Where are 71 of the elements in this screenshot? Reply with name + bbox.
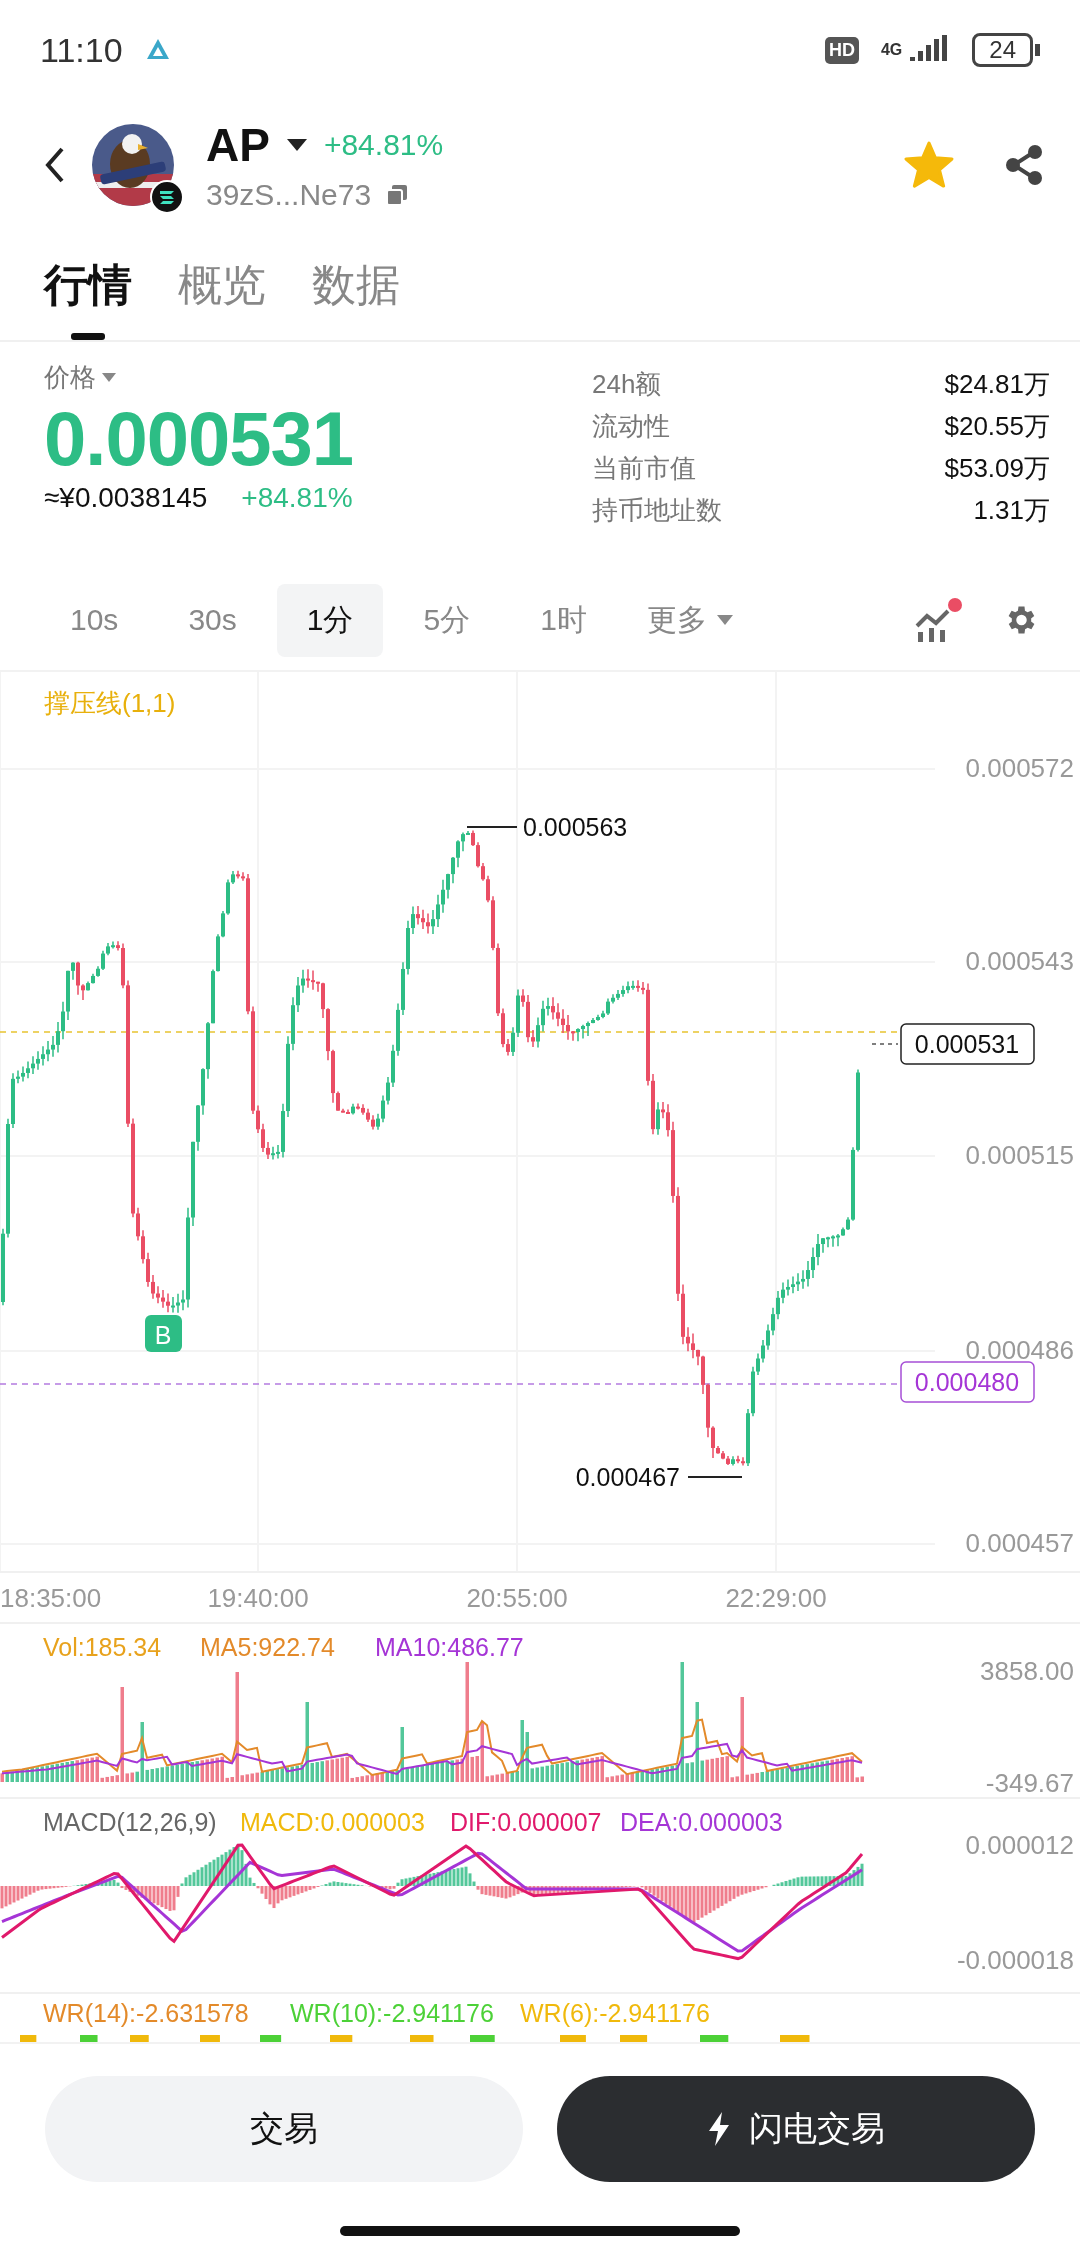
support-price-tag: 0.000480 xyxy=(900,1361,1035,1403)
tab[interactable]: 行情 xyxy=(44,230,132,340)
volume-legend: Vol:185.34 xyxy=(43,1633,162,1661)
current-price-tag: 0.000531 xyxy=(900,1023,1035,1065)
macd-axis-label: -0.000018 xyxy=(956,1945,1074,1975)
leader-line xyxy=(687,1476,743,1478)
hd-badge: HD xyxy=(824,36,859,64)
macd-axis-label: 0.000012 xyxy=(965,1830,1074,1860)
interval-tab[interactable]: 10s xyxy=(40,587,149,653)
favorite-star-icon[interactable] xyxy=(904,141,954,189)
network-type: 4G xyxy=(880,41,903,59)
time-axis-label: 22:29:00 xyxy=(725,1583,827,1613)
indicator-chart-icon[interactable] xyxy=(914,598,962,642)
current-price: 0.000531 xyxy=(44,395,354,483)
more-intervals-button[interactable]: 更多 xyxy=(626,583,753,657)
contract-address: 39zS...Ne73 xyxy=(206,178,372,212)
battery-indicator: 24 xyxy=(972,33,1033,67)
indicator-label: 撑压线(1,1) xyxy=(44,688,176,718)
leader-line xyxy=(466,826,518,828)
price-axis-label: 0.000515 xyxy=(965,1140,1074,1170)
lightning-icon xyxy=(707,2112,731,2146)
volume-axis-label: 3858.00 xyxy=(980,1656,1074,1686)
interval-tab[interactable]: 1分 xyxy=(276,583,384,657)
stat-label: 当前市值 xyxy=(592,452,697,485)
tab[interactable]: 概览 xyxy=(178,230,266,340)
price-axis-label: 0.000572 xyxy=(965,753,1074,783)
caret-icon xyxy=(716,615,733,625)
caret-icon[interactable] xyxy=(285,138,308,152)
time-axis-label: 19:40:00 xyxy=(207,1583,309,1613)
battery-tip-icon xyxy=(1035,44,1040,56)
volume-legend: MA10:486.77 xyxy=(375,1633,524,1661)
price-change: +84.81% xyxy=(241,482,353,515)
time-axis-label: 18:35:00 xyxy=(0,1583,102,1613)
macd-legend: DIF:0.000007 xyxy=(450,1808,602,1836)
price-change: +84.81% xyxy=(323,128,444,162)
interval-tab[interactable]: 30s xyxy=(158,587,267,653)
caret-icon xyxy=(102,373,116,382)
stat-label: 流动性 xyxy=(592,410,671,443)
macd-title: MACD(12,26,9) xyxy=(43,1808,217,1836)
time-axis-label: 20:55:00 xyxy=(466,1583,568,1613)
volume-axis-label: -349.67 xyxy=(985,1768,1074,1797)
buy-marker xyxy=(145,1315,182,1352)
wr-legend: WR(10):-2.941176 xyxy=(290,1999,494,2027)
price-axis-label: 0.000543 xyxy=(965,946,1074,976)
status-time: 11:10 xyxy=(40,30,123,70)
macd-legend: DEA:0.000003 xyxy=(620,1808,783,1836)
high-price-label: 0.000563 xyxy=(523,813,628,841)
volume-legend: MA5:922.74 xyxy=(200,1633,335,1661)
macd-legend: MACD:0.000003 xyxy=(240,1808,425,1836)
interval-tab[interactable]: 5分 xyxy=(393,583,501,657)
low-price-label: 0.000467 xyxy=(575,1463,680,1491)
stat-value: $20.55万 xyxy=(944,410,1050,443)
price-axis-label: 0.000457 xyxy=(965,1528,1074,1558)
stat-label: 持币地址数 xyxy=(592,494,723,527)
price-label-dropdown[interactable]: 价格 xyxy=(44,360,116,395)
fiat-price: ≈¥0.0038145 xyxy=(44,482,208,515)
wr-legend: WR(14):-2.631578 xyxy=(43,1999,249,2027)
interval-tab[interactable]: 1时 xyxy=(510,583,617,657)
price-leader-line xyxy=(871,1043,899,1045)
tab[interactable]: 数据 xyxy=(312,230,400,340)
trade-button[interactable]: 交易 xyxy=(45,2076,523,2182)
quick-trade-button[interactable]: 闪电交易 xyxy=(557,2076,1035,2182)
copy-icon[interactable] xyxy=(385,183,410,207)
buy-marker-label: B xyxy=(154,1321,172,1349)
stat-label: 24h额 xyxy=(592,368,663,401)
stat-value: $53.09万 xyxy=(944,452,1050,485)
chain-badge-icon xyxy=(150,180,184,214)
stat-value: 1.31万 xyxy=(972,494,1050,527)
wr-legend: WR(6):-2.941176 xyxy=(520,1999,710,2027)
stat-value: $24.81万 xyxy=(944,368,1050,401)
token-symbol: AP xyxy=(206,118,270,172)
